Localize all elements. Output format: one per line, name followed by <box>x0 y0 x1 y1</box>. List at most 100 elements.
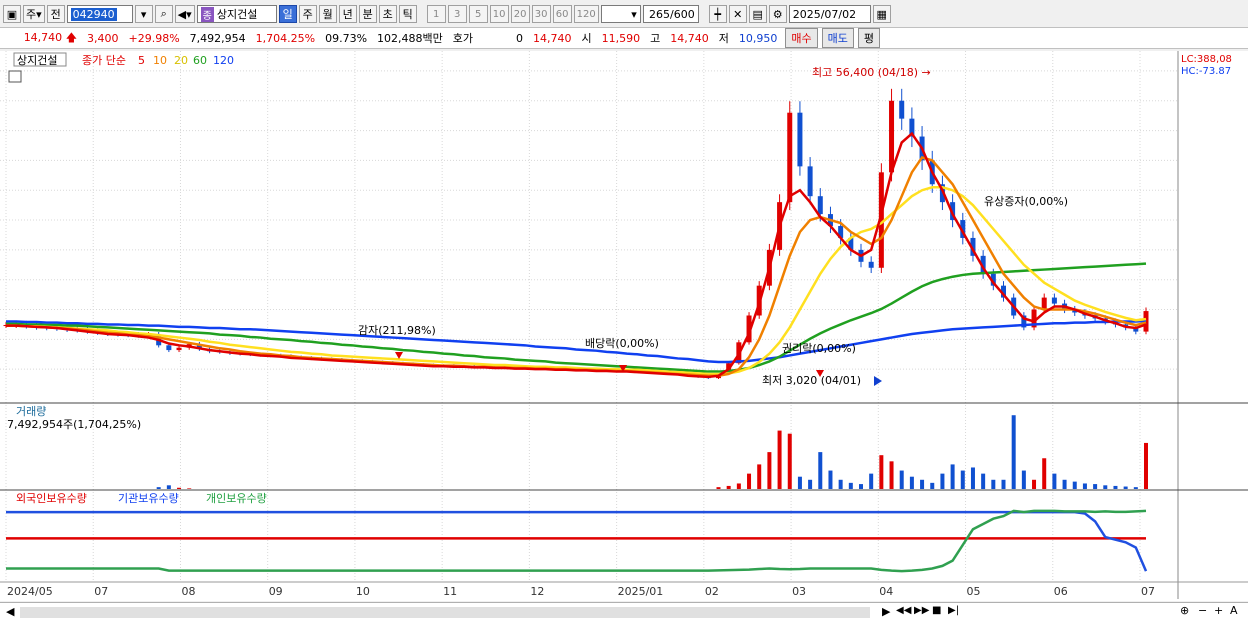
period-5[interactable]: 5 <box>468 5 488 23</box>
high-value: 14,740 <box>670 31 709 45</box>
horizontal-scrollbar[interactable] <box>20 607 870 618</box>
open-label: 시 <box>581 32 592 45</box>
date-value: 2025/07/02 <box>792 7 857 21</box>
period-select[interactable]: 주 ▾ <box>23 5 45 23</box>
volume-bar <box>1011 415 1016 489</box>
tf-week[interactable]: 주 <box>298 5 317 23</box>
scroll-left-button[interactable]: ◀ <box>6 605 14 618</box>
x-tick-label: 07 <box>1141 585 1155 598</box>
period-1[interactable]: 1 <box>426 5 446 23</box>
volume-bar <box>1072 481 1077 489</box>
volume-bar <box>1144 442 1148 489</box>
volume-bar <box>920 479 925 489</box>
zoom-icon[interactable]: ⊕ <box>1180 604 1189 617</box>
play-button[interactable]: ▶| <box>948 605 959 616</box>
legend-ma-60: 60 <box>193 54 207 67</box>
avg-button[interactable]: 평 <box>857 28 881 48</box>
period-10[interactable]: 10 <box>489 5 509 23</box>
x-tick-label: 11 <box>443 585 457 598</box>
window-icon[interactable]: ▣ <box>3 5 21 23</box>
calendar-icon[interactable]: ▦ <box>872 5 891 23</box>
hc-label: HC:-73.87 <box>1181 66 1231 77</box>
tf-month[interactable]: 월 <box>318 5 337 23</box>
table-icon[interactable] <box>8 70 22 83</box>
last-button[interactable]: ▶▶ <box>914 605 929 616</box>
stock-code-input[interactable]: 042940 <box>66 5 133 23</box>
volume-bar <box>940 473 945 489</box>
volume-bar <box>726 485 731 489</box>
volume-bar <box>889 461 894 489</box>
volume-bar <box>848 482 853 489</box>
quote-bar: 14,740 🡅 3,400 +29.98% 7,492,954 1,704.2… <box>0 27 1248 49</box>
count-field[interactable]: 265/600 <box>642 5 699 23</box>
volume-bar <box>950 464 955 489</box>
font-button[interactable]: A <box>1230 604 1238 617</box>
period-label: 주 <box>26 8 37 21</box>
volume-bar <box>177 487 182 489</box>
save-icon[interactable]: ▤ <box>748 5 767 23</box>
legend-stock-name: 상지건설 <box>17 54 57 67</box>
investor-legend-individual: 개인보유수량 <box>206 492 267 505</box>
chevron-down-icon: ▾ <box>36 7 42 21</box>
period-20[interactable]: 20 <box>510 5 530 23</box>
up-arrow-icon: 🡅 <box>65 30 77 44</box>
volume-bar <box>187 488 192 489</box>
main-toolbar: ▣ 주 ▾ 전 042940 ▾ ⌕ ◀▾ 종 상지건설 일 주 월 년 분 초 틱… <box>0 3 1248 25</box>
sell-button[interactable]: 매도 <box>821 28 854 48</box>
stock-name: 상지건설 <box>216 8 258 21</box>
tf-tick[interactable]: 틱 <box>398 5 417 23</box>
zoom-out-button[interactable]: − <box>1198 604 1207 617</box>
prev-button[interactable]: 전 <box>46 5 65 23</box>
tf-day[interactable]: 일 <box>278 5 297 23</box>
annotation-dividend: 배당락(0,00%) <box>585 337 659 350</box>
code-dropdown[interactable]: ▾ <box>134 5 153 23</box>
period-120[interactable]: 120 <box>573 5 599 23</box>
volume-bar <box>1062 479 1067 489</box>
buy-button[interactable]: 매수 <box>785 28 818 48</box>
period-30[interactable]: 30 <box>531 5 551 23</box>
candle-body <box>899 100 905 119</box>
count-value: 265 <box>649 7 671 21</box>
annotation-rights: 권리락(0,00%) <box>782 342 856 355</box>
legend-ma-5: 5 <box>138 54 145 67</box>
x-tick-label: 06 <box>1054 585 1068 598</box>
period-3[interactable]: 3 <box>447 5 467 23</box>
volume-bar <box>1113 485 1118 489</box>
volume-bar <box>716 487 721 489</box>
date-field[interactable]: 2025/07/02 <box>788 5 871 23</box>
volume-bar <box>747 473 752 489</box>
low-label: 저 <box>718 32 729 45</box>
legend-ma-120: 120 <box>213 54 234 67</box>
volume-bar <box>909 476 914 489</box>
zoom-in-button[interactable]: + <box>1214 604 1223 617</box>
volume-bar <box>879 455 884 489</box>
sound-icon[interactable]: ◀▾ <box>174 5 195 23</box>
gear-icon[interactable]: ⚙ <box>768 5 787 23</box>
period-60[interactable]: 60 <box>552 5 572 23</box>
candle-body <box>176 347 182 351</box>
custom-period-dropdown[interactable]: ▾ <box>600 5 641 23</box>
volume-bar <box>1032 479 1037 489</box>
volume-bar <box>960 470 965 489</box>
volume-bar <box>859 484 863 489</box>
stop-button[interactable]: ■ <box>932 605 941 616</box>
tf-year[interactable]: 년 <box>338 5 357 23</box>
candle-icon[interactable]: ┿ <box>708 5 727 23</box>
tf-second[interactable]: 초 <box>378 5 397 23</box>
volume-bar <box>1123 486 1128 489</box>
crosshair-icon[interactable]: ✕ <box>728 5 747 23</box>
trade-value: 102,488백만 <box>377 32 443 45</box>
scroll-right-button[interactable]: ▶ <box>882 605 890 618</box>
x-tick-label: 08 <box>181 585 195 598</box>
volume-bar <box>828 470 833 489</box>
stock-name-field[interactable]: 종 상지건설 <box>196 5 277 23</box>
right-axis-bg <box>1178 51 1248 601</box>
first-button[interactable]: ◀◀ <box>896 605 911 616</box>
volume-bar <box>1133 487 1138 489</box>
volume-bar <box>838 479 843 489</box>
candle-body <box>807 166 813 197</box>
tf-minute[interactable]: 분 <box>358 5 377 23</box>
search-icon[interactable]: ⌕ <box>154 5 173 23</box>
volume-bar <box>1052 473 1057 489</box>
price-value: 14,740 <box>23 30 63 44</box>
